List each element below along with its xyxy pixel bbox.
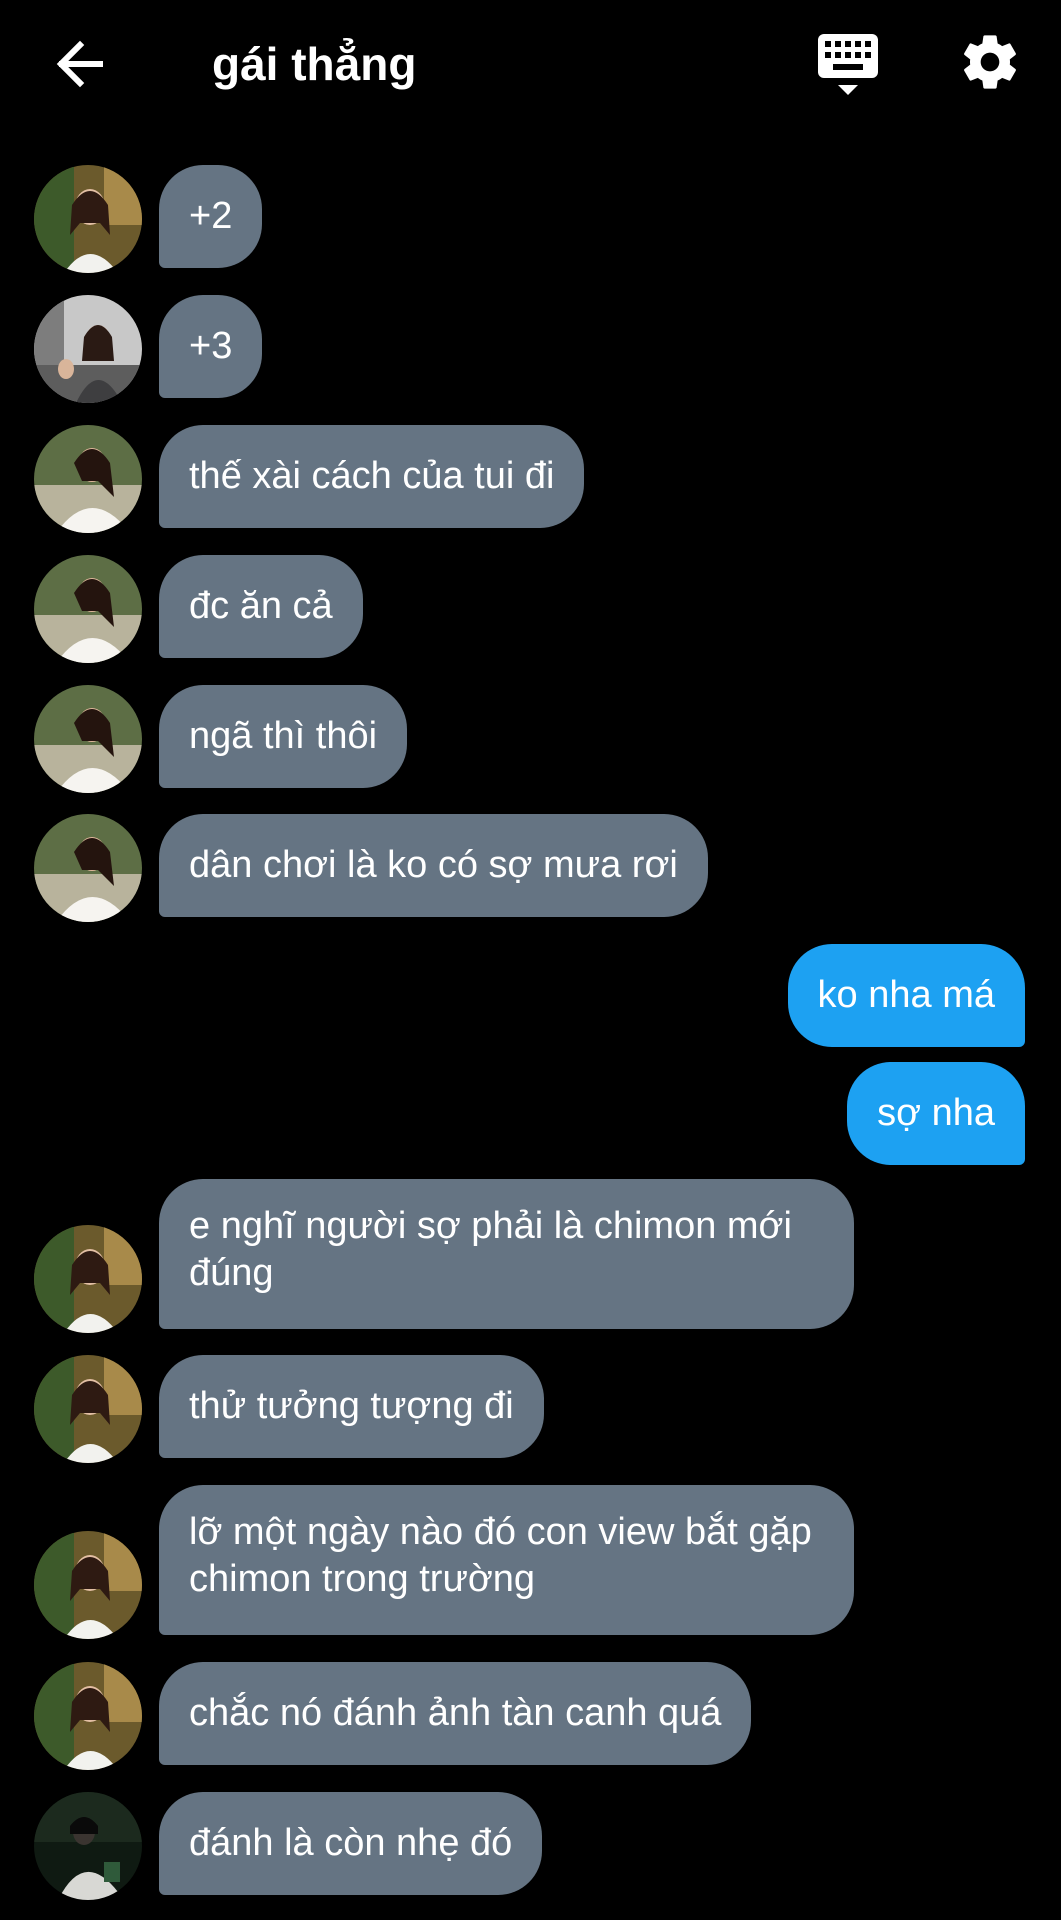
message-bubble[interactable]: thế xài cách của tui đi bbox=[159, 425, 585, 528]
avatar-girl-street[interactable] bbox=[34, 295, 142, 403]
message-bubble[interactable]: +3 bbox=[159, 295, 263, 398]
message-row-incoming: chắc nó đánh ảnh tàn canh quá bbox=[0, 1662, 1061, 1770]
message-bubble[interactable]: dân chơi là ko có sợ mưa rơi bbox=[159, 814, 708, 917]
avatar-person-dark[interactable] bbox=[34, 1792, 142, 1900]
avatar-girl-white-top[interactable] bbox=[34, 685, 142, 793]
message-row-incoming: thế xài cách của tui đi bbox=[0, 425, 1061, 533]
conversation-title: gái thẳng bbox=[212, 38, 417, 90]
message-row-incoming: +3 bbox=[0, 295, 1061, 403]
message-bubble[interactable]: đánh là còn nhẹ đó bbox=[159, 1792, 543, 1895]
avatar-girl-cafe[interactable] bbox=[34, 1225, 142, 1333]
message-row-incoming: dân chơi là ko có sợ mưa rơi bbox=[0, 814, 1061, 922]
keyboard-icon bbox=[818, 34, 878, 95]
avatar-girl-white-top[interactable] bbox=[34, 425, 142, 533]
message-bubble[interactable]: e nghĩ người sợ phải là chimon mới đúng bbox=[159, 1179, 854, 1329]
message-row-incoming: e nghĩ người sợ phải là chimon mới đúng bbox=[0, 1179, 1061, 1333]
avatar-girl-white-top[interactable] bbox=[34, 555, 142, 663]
message-row-incoming: lỡ một ngày nào đó con view bắt gặp chim… bbox=[0, 1485, 1061, 1639]
message-bubble[interactable]: ko nha má bbox=[787, 944, 1025, 1047]
message-row-outgoing: sợ nha bbox=[0, 1062, 1061, 1166]
avatar-girl-cafe[interactable] bbox=[34, 165, 142, 273]
message-bubble[interactable]: sợ nha bbox=[847, 1062, 1025, 1165]
gear-icon bbox=[964, 35, 1016, 89]
message-bubble[interactable]: +2 bbox=[159, 165, 263, 268]
message-row-incoming: thử tưởng tượng đi bbox=[0, 1355, 1061, 1463]
message-row-incoming: +2 bbox=[0, 165, 1061, 273]
message-row-incoming: đc ăn cả bbox=[0, 555, 1061, 663]
arrow-left-icon bbox=[56, 40, 103, 88]
back-button[interactable] bbox=[52, 34, 112, 94]
keyboard-toggle-button[interactable] bbox=[816, 32, 880, 98]
message-bubble[interactable]: chắc nó đánh ảnh tàn canh quá bbox=[159, 1662, 752, 1765]
message-row-outgoing: ko nha má bbox=[0, 944, 1061, 1048]
avatar-girl-white-top[interactable] bbox=[34, 814, 142, 922]
message-row-incoming: đánh là còn nhẹ đó bbox=[0, 1792, 1061, 1900]
avatar-girl-cafe[interactable] bbox=[34, 1662, 142, 1770]
settings-button[interactable] bbox=[958, 30, 1022, 94]
chat-header: gái thẳng bbox=[0, 0, 1061, 130]
avatar-girl-cafe[interactable] bbox=[34, 1531, 142, 1639]
message-bubble[interactable]: lỡ một ngày nào đó con view bắt gặp chim… bbox=[159, 1485, 854, 1635]
message-bubble[interactable]: thử tưởng tượng đi bbox=[159, 1355, 544, 1458]
message-bubble[interactable]: đc ăn cả bbox=[159, 555, 363, 658]
message-row-incoming: ngã thì thôi bbox=[0, 685, 1061, 793]
avatar-girl-cafe[interactable] bbox=[34, 1355, 142, 1463]
message-bubble[interactable]: ngã thì thôi bbox=[159, 685, 408, 788]
